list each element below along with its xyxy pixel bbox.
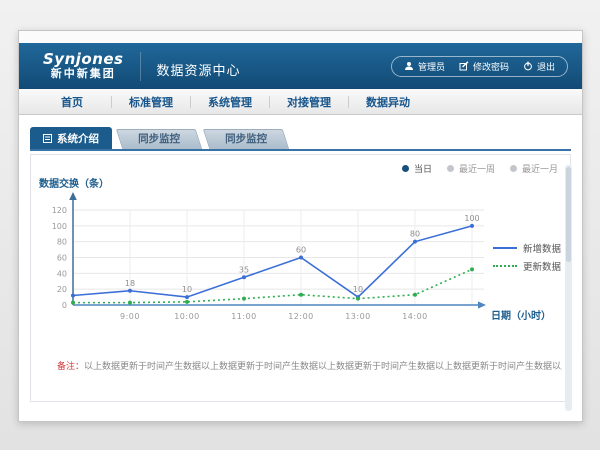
range-option-last-week[interactable]: 最近一周 <box>447 162 495 175</box>
document-icon <box>43 134 52 143</box>
legend-line-sample <box>493 265 517 267</box>
svg-text:13:00: 13:00 <box>345 312 371 321</box>
tab-label: 系统介绍 <box>57 131 99 146</box>
footnote-text: 以上数据更新于时间产生数据以上数据更新于时间产生数据以上数据更新于时间产生数据以… <box>84 362 562 372</box>
main-nav: 首页 标准管理 系统管理 对接管理 数据异动 <box>19 89 582 115</box>
change-password-button[interactable]: 修改密码 <box>459 60 509 73</box>
tab-label: 同步监控 <box>138 130 180 149</box>
logout-label: 退出 <box>537 60 555 73</box>
svg-text:9:00: 9:00 <box>120 312 140 321</box>
svg-text:14:00: 14:00 <box>402 312 428 321</box>
tab-sync-monitor-1[interactable]: 同步监控 <box>116 129 202 149</box>
radio-icon <box>402 165 409 172</box>
legend-label: 新增数据 <box>523 241 561 255</box>
svg-text:80: 80 <box>410 230 420 239</box>
tab-bar: 系统介绍 同步监控 同步监控 <box>30 127 582 149</box>
svg-text:60: 60 <box>296 246 306 255</box>
legend-label: 更新数据 <box>523 259 561 273</box>
change-password-label: 修改密码 <box>473 60 509 73</box>
range-option-today[interactable]: 当日 <box>402 162 432 175</box>
nav-item-system[interactable]: 系统管理 <box>191 94 269 110</box>
svg-text:120: 120 <box>52 206 67 215</box>
user-toolbar: 管理员 修改密码 退出 <box>391 56 568 77</box>
svg-text:11:00: 11:00 <box>231 312 257 321</box>
app-window: Synjones 新中新集团 数据资源中心 管理员 修改密码 退出 <box>18 30 583 422</box>
legend-item-update-data[interactable]: 更新数据 <box>493 257 561 275</box>
radio-icon <box>447 165 454 172</box>
footnote-prefix: 备注： <box>57 362 84 372</box>
brand-logo[interactable]: Synjones 新中新集团 <box>43 51 124 81</box>
tab-sync-monitor-2[interactable]: 同步监控 <box>203 129 289 149</box>
svg-text:100: 100 <box>464 214 479 223</box>
svg-text:80: 80 <box>57 238 67 247</box>
svg-text:10:00: 10:00 <box>174 312 200 321</box>
radio-icon <box>510 165 517 172</box>
tab-system-intro[interactable]: 系统介绍 <box>30 127 112 149</box>
user-icon <box>404 61 414 71</box>
svg-text:35: 35 <box>239 265 249 274</box>
brand-logo-cn: 新中新集团 <box>43 68 124 81</box>
svg-text:40: 40 <box>57 269 67 278</box>
tab-accent-line <box>30 149 571 151</box>
content-area: 系统介绍 同步监控 同步监控 当日 最近一 <box>19 127 582 434</box>
svg-text:18: 18 <box>125 279 135 288</box>
chart-panel: 当日 最近一周 最近一月 数据交换（条） 0204060801001209:00… <box>30 154 571 402</box>
app-header: Synjones 新中新集团 数据资源中心 管理员 修改密码 退出 <box>19 43 582 89</box>
window-chrome <box>19 31 582 43</box>
current-user-button[interactable]: 管理员 <box>404 60 445 73</box>
svg-text:100: 100 <box>52 222 67 231</box>
range-option-label: 最近一周 <box>459 162 495 175</box>
app-title: 数据资源中心 <box>140 52 241 81</box>
power-icon <box>523 61 533 71</box>
svg-text:12:00: 12:00 <box>288 312 314 321</box>
svg-text:0: 0 <box>62 301 67 310</box>
tab-label: 同步监控 <box>225 130 267 149</box>
vertical-scrollbar[interactable] <box>565 165 572 411</box>
svg-text:10: 10 <box>182 285 192 294</box>
range-option-label: 最近一月 <box>522 162 558 175</box>
edit-icon <box>459 61 469 71</box>
line-chart: 0 20 40 60 80 100 120 9:00 10:00 11:00 12:00 13:00 1… <box>41 185 561 335</box>
current-user-label: 管理员 <box>418 60 445 73</box>
range-selector: 当日 最近一周 最近一月 <box>402 162 558 175</box>
range-option-label: 当日 <box>414 162 432 175</box>
brand-logo-en: Synjones <box>43 51 124 68</box>
legend-item-new-data[interactable]: 新增数据 <box>493 239 561 257</box>
legend-line-sample <box>493 247 517 249</box>
nav-item-standards[interactable]: 标准管理 <box>112 94 190 110</box>
footnote: 备注：以上数据更新于时间产生数据以上数据更新于时间产生数据以上数据更新于时间产生… <box>57 359 562 372</box>
scrollbar-thumb[interactable] <box>566 167 571 262</box>
svg-text:20: 20 <box>57 285 67 294</box>
nav-item-home[interactable]: 首页 <box>33 94 111 110</box>
nav-item-integration[interactable]: 对接管理 <box>270 94 348 110</box>
nav-item-data-changes[interactable]: 数据异动 <box>349 94 427 110</box>
logout-button[interactable]: 退出 <box>523 60 555 73</box>
svg-text:60: 60 <box>57 254 67 263</box>
svg-text:日期（小时）: 日期（小时） <box>491 309 551 322</box>
svg-text:10: 10 <box>353 285 363 294</box>
range-option-last-month[interactable]: 最近一月 <box>510 162 558 175</box>
chart-legend: 新增数据 更新数据 <box>493 239 561 275</box>
